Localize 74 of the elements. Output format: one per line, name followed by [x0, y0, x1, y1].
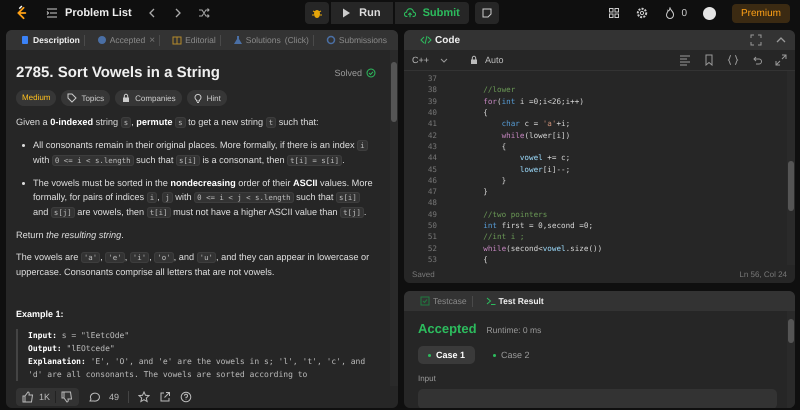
document-icon: [20, 35, 30, 45]
panel-tab[interactable]: Submissions: [318, 35, 388, 45]
verdict-label: Accepted: [418, 321, 477, 336]
avatar[interactable]: [703, 6, 716, 20]
flask-icon: [232, 35, 243, 45]
thumbs-down-icon[interactable]: [61, 391, 74, 403]
premium-button[interactable]: Premium: [732, 4, 790, 22]
mode-label: Auto: [485, 55, 504, 65]
paragraph: Return the resulting string.: [16, 229, 125, 242]
bug-icon: [311, 7, 324, 19]
lightbulb-icon: [192, 93, 203, 103]
submit-button[interactable]: Submit: [394, 2, 469, 24]
problem-title: 2785. Sort Vowels in a String: [16, 64, 221, 81]
panel-tab[interactable]: Editorial: [164, 35, 216, 45]
cloud-upload-icon: [404, 7, 416, 19]
difficulty-badge: Medium: [16, 90, 56, 106]
expand-icon[interactable]: [775, 54, 787, 66]
solutions-extra-label[interactable]: (Click): [284, 35, 309, 45]
code-icon: [420, 34, 432, 46]
likes-count: 1K: [39, 392, 50, 402]
code-panel-title: Code: [412, 34, 460, 46]
input-label: Input: [418, 374, 437, 383]
panel-tab[interactable]: Test Result: [478, 296, 544, 306]
case-tab[interactable]: Case 2: [483, 346, 540, 364]
help-icon[interactable]: [180, 391, 192, 403]
checkbox-icon: [420, 296, 430, 306]
braces-icon[interactable]: [727, 54, 739, 66]
example-line: Output: "lEOtcede": [28, 343, 116, 355]
tag-button[interactable]: Topics: [61, 90, 110, 106]
panel-tab[interactable]: Testcase: [412, 296, 467, 306]
run-button[interactable]: Run: [331, 2, 393, 24]
scrollbar[interactable]: [390, 50, 398, 386]
notes-button[interactable]: [474, 2, 499, 24]
example-title: Example 1:: [16, 309, 65, 319]
lock-icon: [469, 55, 480, 65]
fullscreen-icon[interactable]: [750, 34, 762, 46]
scrollbar[interactable]: [787, 71, 795, 265]
problem-list-button[interactable]: Problem List: [46, 7, 132, 19]
case-tab[interactable]: Case 1: [418, 346, 476, 364]
list-icon: [46, 7, 58, 19]
flame-icon[interactable]: [664, 7, 676, 19]
cursor-position: Ln 56, Col 24: [739, 270, 787, 278]
terminal-icon: [486, 296, 496, 306]
save-status: Saved: [412, 270, 435, 278]
check-circle-icon: [366, 68, 376, 78]
bookmark-icon[interactable]: [703, 54, 715, 66]
tag-icon: [67, 93, 78, 103]
comment-icon[interactable]: [88, 391, 100, 403]
tag-button[interactable]: Companies: [115, 90, 182, 106]
note-icon: [480, 7, 493, 19]
grid-icon[interactable]: [608, 7, 620, 19]
streak-count: 0: [681, 8, 687, 18]
example-line: Input: s = "lEetcOde": [28, 330, 130, 342]
play-icon: [340, 7, 352, 19]
book-icon: [172, 35, 182, 45]
solved-status: Solved: [334, 68, 362, 78]
panel-tab[interactable]: Accepted: [88, 35, 146, 45]
scrollbar[interactable]: [787, 311, 795, 408]
panel-tab[interactable]: Solutions: [224, 35, 281, 45]
language-select[interactable]: C++: [412, 55, 450, 65]
align-icon[interactable]: [679, 54, 691, 66]
lock-icon: [121, 93, 132, 103]
thumbs-up-icon[interactable]: [22, 391, 34, 403]
tag-button[interactable]: Hint: [186, 90, 227, 106]
star-icon[interactable]: [138, 391, 150, 403]
settings-icon[interactable]: [636, 7, 648, 19]
comments-count: 49: [109, 392, 120, 402]
share-icon[interactable]: [159, 391, 172, 403]
debug-button[interactable]: [305, 2, 330, 24]
runtime-label: Runtime: 0 ms: [486, 325, 542, 335]
shuffle-icon[interactable]: [198, 7, 210, 19]
example-line: Explanation: 'E', 'O', and 'e' are the vowels in s; 'l', 't', 'c', and 'd' are all consonants. The vowels are sorted according to: [28, 356, 366, 381]
undo-icon[interactable]: [751, 54, 763, 66]
panel-tab[interactable]: Description: [12, 35, 80, 45]
